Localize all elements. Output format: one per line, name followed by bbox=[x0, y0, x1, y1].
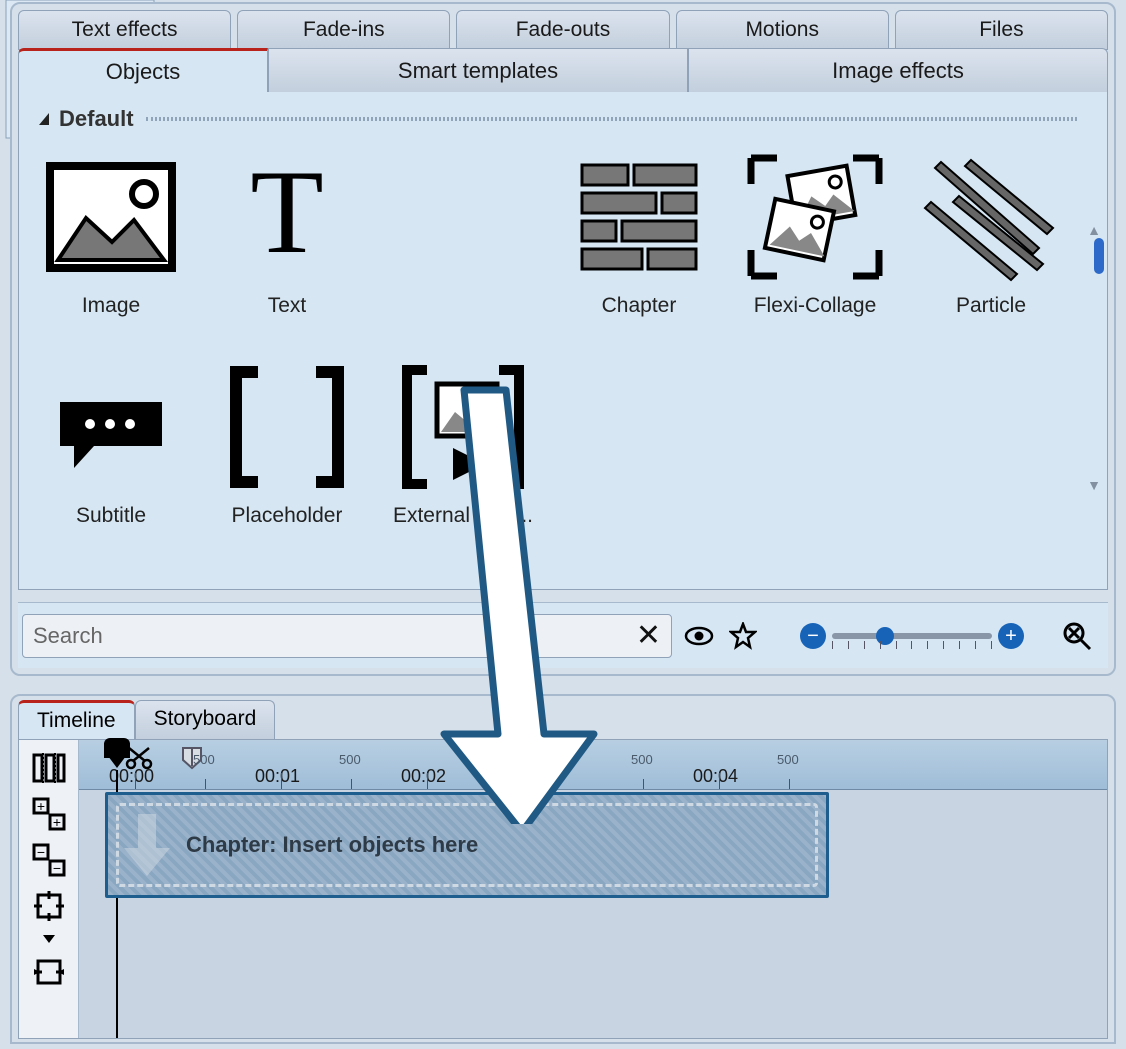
tab-image-effects[interactable]: Image effects bbox=[688, 48, 1108, 92]
tab-text-effects[interactable]: Text effects bbox=[18, 10, 231, 50]
object-chapter-label: Chapter bbox=[602, 294, 677, 318]
search-input[interactable]: Search ✕ bbox=[22, 614, 672, 658]
tool-add-track-icon[interactable]: ++ bbox=[26, 792, 72, 836]
scroll-up-icon[interactable]: ▲ bbox=[1087, 222, 1101, 238]
tab-row-secondary: Text effects Fade-ins Fade-outs Motions … bbox=[12, 4, 1114, 50]
subtitle-icon bbox=[46, 372, 176, 482]
search-placeholder: Search bbox=[33, 623, 636, 649]
tab-fade-ins[interactable]: Fade-ins bbox=[237, 10, 450, 50]
ruler-minor-tick: 500 bbox=[631, 752, 653, 767]
external-content-icon bbox=[393, 362, 533, 492]
zoom-in-button[interactable]: + bbox=[998, 623, 1024, 649]
tab-storyboard[interactable]: Storyboard bbox=[135, 700, 276, 739]
scroll-thumb[interactable] bbox=[1094, 238, 1104, 274]
section-divider bbox=[146, 117, 1077, 121]
tool-expand-icon[interactable] bbox=[26, 930, 72, 948]
svg-text:T: T bbox=[250, 157, 323, 277]
zoom-track[interactable] bbox=[832, 633, 992, 639]
tab-timeline[interactable]: Timeline bbox=[18, 700, 135, 739]
svg-text:−: − bbox=[52, 860, 60, 876]
object-external-content[interactable]: External cont... bbox=[375, 352, 551, 562]
chapter-drop-area[interactable]: Chapter: Insert objects here bbox=[105, 792, 829, 898]
object-flexicollage-label: Flexi-Collage bbox=[754, 294, 877, 318]
zoom-out-button[interactable]: − bbox=[800, 623, 826, 649]
object-text-label: Text bbox=[268, 294, 307, 318]
timeline-tabs: Timeline Storyboard bbox=[12, 696, 1114, 739]
objects-grid: Image T Text bbox=[19, 142, 1079, 562]
objects-palette: Default Image T bbox=[18, 92, 1108, 590]
section-header[interactable]: Default bbox=[19, 92, 1107, 138]
ruler-minor-tick: 500 bbox=[193, 752, 215, 767]
placeholder-icon bbox=[222, 362, 352, 492]
ruler-minor-tick: 500 bbox=[485, 752, 507, 767]
object-chapter[interactable]: Chapter bbox=[551, 142, 727, 352]
timeline-side-tools: ++ −− bbox=[19, 740, 79, 1038]
tool-remove-track-icon[interactable]: −− bbox=[26, 838, 72, 882]
zoom-slider[interactable]: − + bbox=[800, 623, 1050, 649]
timeline-body: ++ −− 00:0000:0100:0200:0450050050050050… bbox=[18, 739, 1108, 1039]
object-video[interactable] bbox=[375, 142, 551, 352]
object-text[interactable]: T Text bbox=[199, 142, 375, 352]
timeline-panel: Timeline Storyboard ++ −− 00:0000:0100:0… bbox=[10, 694, 1116, 1044]
tool-fit-zoom-icon[interactable] bbox=[26, 884, 72, 928]
tab-smart-templates[interactable]: Smart templates bbox=[268, 48, 688, 92]
tool-cut-icon[interactable] bbox=[26, 746, 72, 790]
object-placeholder[interactable]: Placeholder bbox=[199, 352, 375, 562]
clear-search-icon[interactable]: ✕ bbox=[636, 618, 661, 653]
chapter-icon bbox=[574, 157, 704, 277]
section-title: Default bbox=[59, 106, 134, 132]
object-particle[interactable]: Particle bbox=[903, 142, 1079, 352]
object-image-label: Image bbox=[82, 294, 140, 318]
zoom-reset-icon[interactable] bbox=[1060, 619, 1094, 653]
object-image[interactable]: Image bbox=[23, 142, 199, 352]
favorite-star-icon[interactable] bbox=[726, 619, 760, 653]
ruler-major-tick: 00:01 bbox=[255, 766, 300, 787]
ruler-major-tick: 00:02 bbox=[401, 766, 446, 787]
object-placeholder-label: Placeholder bbox=[232, 504, 343, 528]
palette-footer: Search ✕ − + bbox=[18, 602, 1108, 668]
svg-text:+: + bbox=[52, 814, 60, 830]
ruler-minor-tick: 500 bbox=[339, 752, 361, 767]
svg-text:+: + bbox=[36, 798, 44, 814]
chapter-hint-label: Chapter: Insert objects here bbox=[186, 832, 478, 858]
ruler-minor-tick: 500 bbox=[777, 752, 799, 767]
timeline-ruler[interactable]: 00:0000:0100:0200:04500500500500500 bbox=[79, 740, 1107, 790]
timeline-main[interactable]: 00:0000:0100:0200:04500500500500500 Chap… bbox=[79, 740, 1107, 1038]
particle-icon bbox=[921, 152, 1061, 282]
palette-scrollbar[interactable]: ▲ ▼ bbox=[1089, 222, 1099, 493]
object-external-content-label: External cont... bbox=[393, 504, 533, 528]
tab-files[interactable]: Files bbox=[895, 10, 1108, 50]
object-subtitle-label: Subtitle bbox=[76, 504, 146, 528]
scroll-down-icon[interactable]: ▼ bbox=[1087, 477, 1101, 493]
toolbox-panel: Text effects Fade-ins Fade-outs Motions … bbox=[10, 2, 1116, 676]
collapse-triangle-icon[interactable] bbox=[39, 113, 49, 125]
preview-eye-icon[interactable] bbox=[682, 619, 716, 653]
svg-text:−: − bbox=[36, 844, 44, 860]
object-flexicollage[interactable]: Flexi-Collage bbox=[727, 142, 903, 352]
tab-objects[interactable]: Objects bbox=[18, 48, 268, 92]
text-icon: T bbox=[227, 157, 347, 277]
tab-fade-outs[interactable]: Fade-outs bbox=[456, 10, 669, 50]
object-subtitle[interactable]: Subtitle bbox=[23, 352, 199, 562]
tool-frame-zoom-icon[interactable] bbox=[26, 950, 72, 994]
drop-arrow-icon bbox=[122, 810, 172, 880]
object-particle-label: Particle bbox=[956, 294, 1026, 318]
flexicollage-icon bbox=[745, 152, 885, 282]
tab-motions[interactable]: Motions bbox=[676, 10, 889, 50]
image-icon bbox=[46, 162, 176, 272]
ruler-major-tick: 00:04 bbox=[693, 766, 738, 787]
tab-row-primary: Objects Smart templates Image effects bbox=[12, 48, 1114, 92]
